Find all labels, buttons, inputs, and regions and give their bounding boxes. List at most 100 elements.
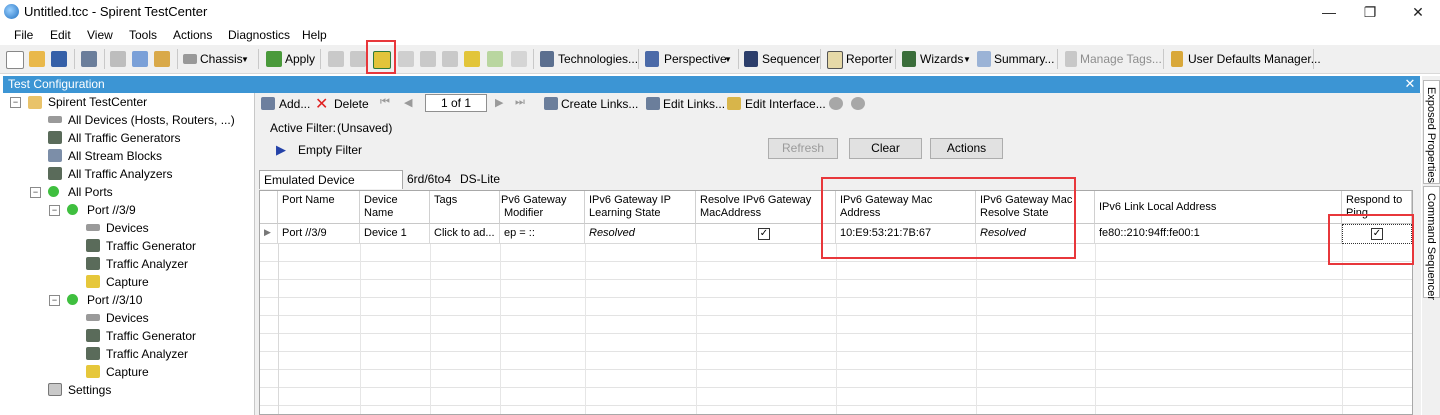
tab-6rd-6to4[interactable]: 6rd/6to4 [403, 170, 455, 189]
chassis-button[interactable]: Chassis [200, 52, 243, 66]
last-page-icon[interactable]: ⏭ [515, 96, 525, 109]
page-indicator[interactable]: 1 of 1 [425, 94, 487, 112]
menu-actions[interactable]: Actions [173, 28, 212, 42]
grid-icon[interactable] [81, 51, 97, 67]
reporter-button[interactable]: Reporter [846, 52, 893, 66]
collapse-toggle[interactable]: − [30, 187, 41, 198]
perspective-button[interactable]: Perspective [664, 52, 727, 66]
column-header[interactable]: Resolve IPv6 Gateway MacAddress [696, 191, 836, 224]
tree-item-traffic-generator[interactable]: Traffic Generator [106, 329, 196, 347]
column-header[interactable]: IPv6 Link Local Address [1095, 191, 1342, 224]
resolve-mac-checkbox[interactable]: ✓ [758, 228, 770, 240]
delete-button[interactable]: Delete [334, 97, 369, 111]
chevron-down-icon[interactable]: ▼ [241, 55, 249, 64]
create-links-button[interactable]: Create Links... [561, 97, 638, 111]
start-traffic-icon[interactable] [420, 51, 436, 67]
cell-link-local-address[interactable]: fe80::210:94ff:fe00:1 [1095, 224, 1342, 244]
stop-devices-icon[interactable] [398, 51, 414, 67]
menu-view[interactable]: View [87, 28, 113, 42]
column-header[interactable]: Port Name [278, 191, 360, 224]
start-devices-icon[interactable] [350, 51, 366, 67]
tree-item-devices[interactable]: Devices [106, 221, 149, 239]
edit-interface-button[interactable]: Edit Interface... [745, 97, 826, 111]
cell-port-name[interactable]: Port //3/9 [278, 224, 360, 244]
menu-diagnostics[interactable]: Diagnostics [228, 28, 290, 42]
tree-item-all-ports[interactable]: All Ports [68, 185, 113, 203]
tree-item-all-traffic-generators[interactable]: All Traffic Generators [68, 131, 181, 149]
apply-button[interactable]: Apply [285, 52, 315, 66]
cell-gateway-modifier[interactable]: ep = :: [500, 224, 585, 244]
refresh-button[interactable]: Refresh [768, 138, 838, 159]
cell-tags[interactable]: Click to ad... [430, 224, 500, 244]
collapse-toggle[interactable]: − [49, 295, 60, 306]
collapse-toggle[interactable]: − [49, 205, 60, 216]
open-folder-icon[interactable] [29, 51, 45, 67]
tree-item-all-stream-blocks[interactable]: All Stream Blocks [68, 149, 162, 167]
menu-tools[interactable]: Tools [129, 28, 157, 42]
globe-icon[interactable] [829, 97, 843, 110]
collapse-toggle[interactable]: − [10, 97, 21, 108]
user-defaults-button[interactable]: User Defaults Manager... [1188, 52, 1321, 66]
save-icon[interactable] [51, 51, 67, 67]
first-page-icon[interactable]: ⏮ [380, 96, 390, 109]
clear-button[interactable]: Clear [849, 138, 922, 159]
start-arp-icon[interactable] [328, 51, 344, 67]
clear-results-icon[interactable] [487, 51, 503, 67]
new-file-icon[interactable] [6, 51, 24, 69]
traffic-generator-icon [86, 329, 100, 342]
next-page-icon[interactable]: ▶ [495, 96, 503, 109]
edit-links-button[interactable]: Edit Links... [663, 97, 725, 111]
tab-command-sequencer[interactable]: Command Sequencer [1423, 186, 1440, 300]
actions-button[interactable]: Actions [930, 138, 1003, 159]
tree-item-all-traffic-analyzers[interactable]: All Traffic Analyzers [68, 167, 172, 185]
delete-icon: ✕ [315, 96, 329, 113]
sequencer-button[interactable]: Sequencer [762, 52, 820, 66]
column-header[interactable]: IPv6 Gateway IP Learning State [585, 191, 696, 224]
tree-item-port[interactable]: Port //3/9 [87, 203, 136, 221]
manage-tags-button[interactable]: Manage Tags... [1080, 52, 1162, 66]
tree-item-traffic-analyzer[interactable]: Traffic Analyzer [106, 347, 188, 365]
panel-close-button[interactable]: ✕ [1402, 76, 1418, 92]
toolbar-separator [1313, 49, 1314, 69]
tree-item-traffic-analyzer[interactable]: Traffic Analyzer [106, 257, 188, 275]
tree-item-capture[interactable]: Capture [106, 275, 149, 293]
menu-help[interactable]: Help [302, 28, 327, 42]
wizards-button[interactable]: Wizards [920, 52, 963, 66]
copy-icon[interactable] [132, 51, 148, 67]
chevron-down-icon[interactable]: ▼ [724, 55, 732, 64]
globe-settings-icon[interactable] [851, 97, 865, 110]
stop-traffic-icon[interactable] [442, 51, 458, 67]
tab-ds-lite[interactable]: DS-Lite [456, 170, 508, 189]
summary-button[interactable]: Summary... [994, 52, 1054, 66]
minimize-button[interactable]: — [1315, 2, 1343, 22]
tree-item-port[interactable]: Port //3/10 [87, 293, 142, 311]
cell-device-name[interactable]: Device 1 [360, 224, 430, 244]
column-header[interactable]: Tags [430, 191, 500, 224]
capture-icon[interactable] [464, 51, 480, 67]
maximize-button[interactable]: ❐ [1356, 2, 1384, 22]
tree-item-root[interactable]: Spirent TestCenter [48, 95, 147, 113]
empty-filter-label[interactable]: Empty Filter [298, 143, 362, 157]
lock-icon[interactable] [511, 51, 527, 67]
previous-page-icon[interactable]: ◀ [404, 96, 412, 109]
tab-emulated-device-interface[interactable]: Emulated Device Interface [259, 170, 403, 205]
column-header[interactable]: IPv6 Gateway Modifier [500, 191, 585, 224]
technologies-button[interactable]: Technologies... [558, 52, 638, 66]
tree-item-devices[interactable]: Devices [106, 311, 149, 329]
chevron-down-icon[interactable]: ▼ [963, 55, 971, 64]
add-button[interactable]: Add... [279, 97, 310, 111]
tab-exposed-properties[interactable]: Exposed Properties [1423, 80, 1440, 184]
menu-file[interactable]: File [14, 28, 33, 42]
tree-item-capture[interactable]: Capture [106, 365, 149, 383]
paste-icon[interactable] [154, 51, 170, 67]
column-header[interactable]: Device Name [360, 191, 430, 224]
row-selector-icon[interactable]: ▶ [260, 224, 278, 244]
menu-edit[interactable]: Edit [50, 28, 71, 42]
tree-item-traffic-generator[interactable]: Traffic Generator [106, 239, 196, 257]
tree-item-all-devices[interactable]: All Devices (Hosts, Routers, ...) [68, 113, 235, 131]
close-window-button[interactable]: ✕ [1404, 2, 1432, 22]
cut-icon[interactable] [110, 51, 126, 67]
tree-item-settings[interactable]: Settings [68, 383, 111, 401]
cell-resolve-mac[interactable]: ✓ [696, 224, 836, 244]
expand-arrow-icon[interactable]: ▶ [276, 142, 286, 158]
